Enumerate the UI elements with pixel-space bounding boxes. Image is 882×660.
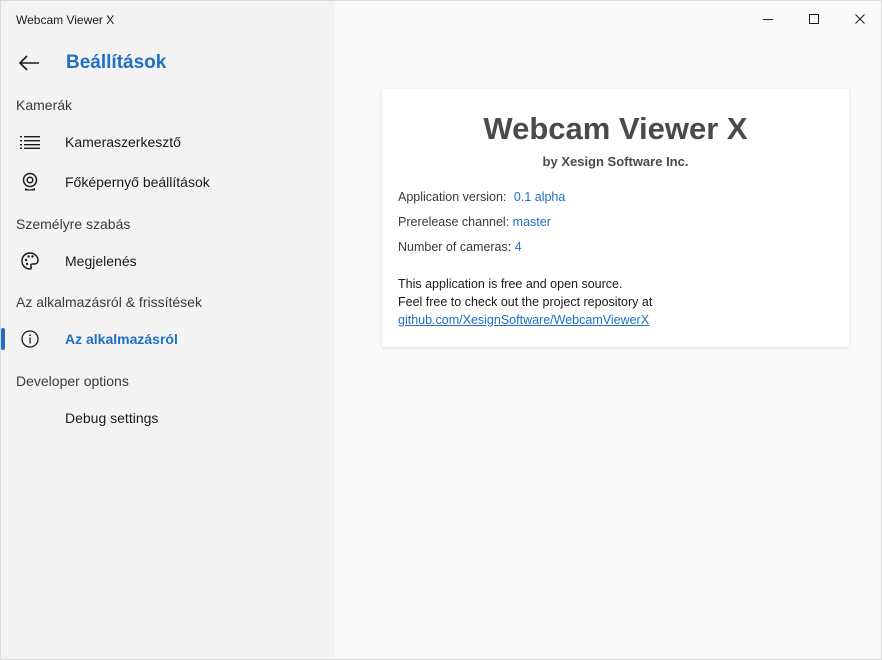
app-window: Webcam Viewer X Beállítások Kamerák Kame… — [0, 0, 882, 660]
webcam-icon — [19, 172, 41, 192]
app-title: Webcam Viewer X — [16, 13, 115, 27]
list-icon — [19, 132, 41, 152]
back-button[interactable] — [11, 47, 47, 79]
about-description: This application is free and open source… — [398, 275, 838, 329]
channel-row: Prerelease channel: master — [398, 215, 551, 229]
section-header-about-updates: Az alkalmazásról & frissítések — [16, 294, 202, 310]
sidebar: Webcam Viewer X Beállítások Kamerák Kame… — [1, 1, 335, 659]
sidebar-item-debug-settings[interactable]: Debug settings — [1, 399, 335, 437]
maximize-button[interactable] — [791, 1, 837, 37]
cameras-row: Number of cameras: 4 — [398, 240, 522, 254]
version-row: Application version: 0.1 alpha — [398, 190, 565, 204]
sidebar-item-label: Debug settings — [65, 410, 159, 426]
section-header-developer: Developer options — [16, 373, 129, 389]
page-title: Beállítások — [66, 52, 167, 73]
sidebar-item-main-screen-settings[interactable]: Főképernyő beállítások — [1, 163, 335, 201]
info-icon — [19, 329, 41, 349]
repository-link[interactable]: github.com/XesignSoftware/WebcamViewerX — [398, 313, 649, 327]
sidebar-item-label: Megjelenés — [65, 253, 137, 269]
sidebar-item-label: Főképernyő beállítások — [65, 174, 210, 190]
content-area: Webcam Viewer X by Xesign Software Inc. … — [335, 1, 881, 659]
description-line-2: Feel free to check out the project repos… — [398, 293, 838, 329]
sidebar-item-appearance[interactable]: Megjelenés — [1, 242, 335, 280]
sidebar-item-label: Kameraszerkesztő — [65, 134, 181, 150]
about-subtitle: by Xesign Software Inc. — [542, 154, 689, 169]
close-button[interactable] — [837, 1, 881, 37]
description-line: This application is free and open source… — [398, 277, 623, 291]
active-indicator — [1, 328, 5, 350]
minimize-icon — [763, 19, 773, 20]
version-value: 0.1 alpha — [513, 190, 566, 204]
description-text: Feel free to check out the project repos… — [398, 295, 653, 309]
sidebar-item-camera-editor[interactable]: Kameraszerkesztő — [1, 123, 335, 161]
about-card: Webcam Viewer X by Xesign Software Inc. … — [382, 89, 849, 347]
cameras-value: 4 — [514, 240, 522, 254]
maximize-icon — [809, 14, 819, 24]
close-icon — [855, 14, 865, 24]
channel-label: Prerelease channel: — [398, 215, 510, 229]
channel-value: master — [512, 215, 551, 229]
about-title: Webcam Viewer X — [483, 111, 748, 146]
minimize-button[interactable] — [745, 1, 791, 37]
sidebar-item-about[interactable]: Az alkalmazásról — [1, 320, 335, 358]
version-label: Application version: — [398, 190, 507, 204]
sidebar-item-label: Az alkalmazásról — [65, 331, 178, 347]
cameras-label: Number of cameras: — [398, 240, 512, 254]
section-header-personalization: Személyre szabás — [16, 216, 131, 232]
section-header-cameras: Kamerák — [16, 97, 73, 113]
arrow-left-icon — [18, 55, 39, 71]
palette-icon — [19, 251, 41, 271]
